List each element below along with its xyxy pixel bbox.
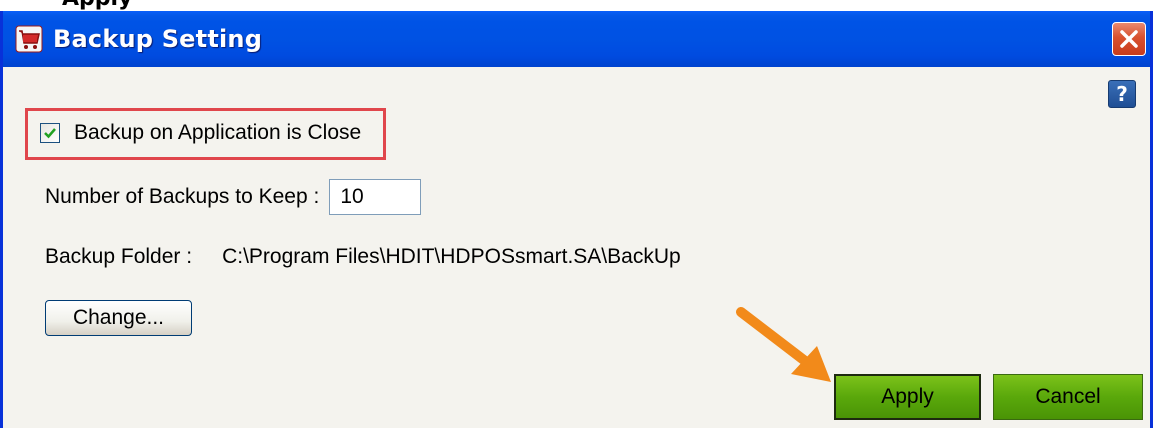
backup-on-close-row: Backup on Application is Close [40,121,361,145]
checkmark-icon [44,128,56,139]
backup-on-close-label[interactable]: Backup on Application is Close [74,121,361,145]
num-backups-label: Number of Backups to Keep : [45,185,320,208]
backup-folder-label: Backup Folder : [45,245,193,268]
apply-button[interactable]: Apply [834,374,981,420]
cart-icon [15,25,43,53]
backup-folder-row: Backup Folder : C:\Program Files\HDIT\HD… [45,245,681,269]
window-title: Backup Setting [53,25,263,53]
cancel-button[interactable]: Cancel [993,374,1143,420]
arrow-pointer-icon [736,307,831,382]
screenshot-stage: Apply Backup Setting ? [0,0,1153,428]
num-backups-row: Number of Backups to Keep : 10 [45,179,422,215]
close-icon [1120,30,1138,48]
title-bar[interactable]: Backup Setting [3,11,1150,67]
backup-on-close-checkbox[interactable] [40,123,60,143]
backup-setting-dialog: Backup Setting ? Backup on Application i… [0,11,1153,428]
backup-folder-path: C:\Program Files\HDIT\HDPOSsmart.SA\Back… [222,245,681,268]
help-icon: ? [1116,82,1128,106]
help-button[interactable]: ? [1108,80,1136,108]
cropped-heading-text: Apply [62,0,132,11]
close-button[interactable] [1112,22,1146,56]
num-backups-input[interactable]: 10 [329,179,422,215]
change-folder-button[interactable]: Change... [45,300,192,336]
